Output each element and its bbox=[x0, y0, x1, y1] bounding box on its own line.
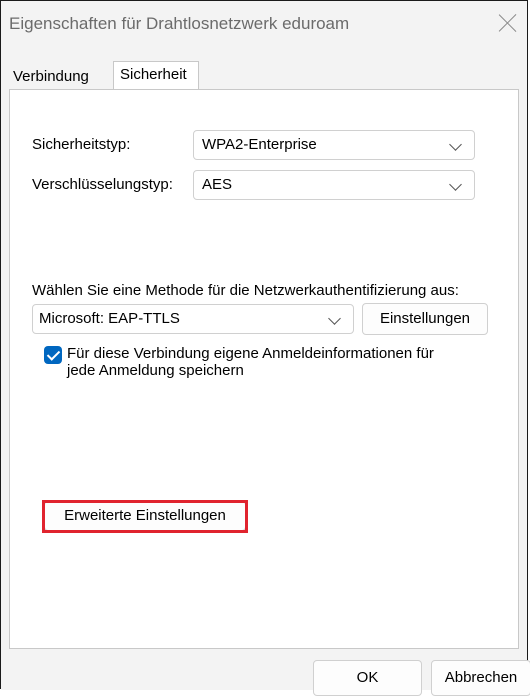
remember-credentials-label-line1: Für diese Verbindung eigene Anmeldeinfor… bbox=[67, 345, 434, 362]
tab-verbindung[interactable]: Verbindung bbox=[9, 65, 113, 89]
properties-dialog: Eigenschaften für Drahtlosnetzwerk eduro… bbox=[0, 0, 530, 696]
security-panel: Sicherheitstyp: WPA2-Enterprise Verschlü… bbox=[9, 89, 519, 649]
ok-button[interactable]: OK bbox=[313, 660, 422, 696]
tab-sicherheit[interactable]: Sicherheit bbox=[113, 61, 199, 90]
security-type-label: Sicherheitstyp: bbox=[32, 136, 131, 153]
security-type-value: WPA2-Enterprise bbox=[202, 136, 317, 153]
auth-method-dropdown[interactable]: Microsoft: EAP-TTLS bbox=[32, 304, 354, 334]
remember-credentials-label-line2: jede Anmeldung speichern bbox=[67, 362, 244, 379]
chevron-down-icon bbox=[449, 138, 462, 151]
remember-credentials-checkbox[interactable] bbox=[44, 346, 62, 364]
chevron-down-icon bbox=[328, 312, 341, 325]
security-type-dropdown[interactable]: WPA2-Enterprise bbox=[193, 130, 475, 160]
auth-method-value: Microsoft: EAP-TTLS bbox=[39, 310, 180, 327]
encryption-type-value: AES bbox=[202, 176, 233, 193]
settings-button[interactable]: Einstellungen bbox=[362, 303, 488, 335]
chevron-down-icon bbox=[449, 178, 462, 191]
encryption-type-label: Verschlüsselungstyp: bbox=[32, 176, 173, 193]
highlight-box bbox=[42, 500, 248, 533]
dialog-footer: OK Abbrechen bbox=[1, 649, 530, 696]
window-title: Eigenschaften für Drahtlosnetzwerk eduro… bbox=[9, 14, 350, 33]
cancel-button[interactable]: Abbrechen bbox=[431, 660, 530, 696]
close-icon[interactable] bbox=[497, 11, 519, 33]
encryption-type-dropdown[interactable]: AES bbox=[193, 170, 475, 200]
title-bar: Eigenschaften für Drahtlosnetzwerk eduro… bbox=[1, 1, 527, 49]
auth-method-prompt: Wählen Sie eine Methode für die Netzwerk… bbox=[32, 282, 459, 299]
